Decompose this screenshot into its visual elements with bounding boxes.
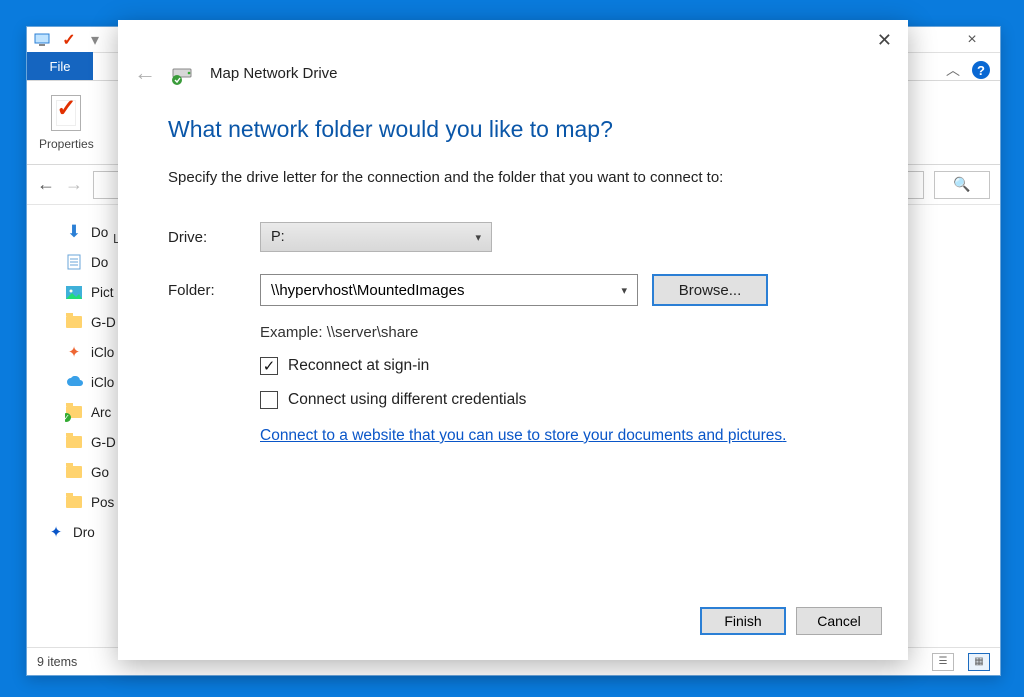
cloud-icon [65,373,83,391]
browse-button[interactable]: Browse... [652,274,768,306]
search-input[interactable]: 🔍 [934,171,990,199]
file-tab[interactable]: File [27,52,93,80]
dropbox-icon: ✦ [47,523,65,541]
document-icon [65,253,83,271]
diff-creds-checkbox[interactable] [260,391,278,409]
explorer-close-button[interactable]: × [950,27,994,53]
help-icon[interactable]: ? [972,61,990,79]
dialog-back-button: ← [134,60,156,86]
folder-label: Folder: [168,282,260,299]
drive-value: P: [271,229,285,245]
sidebar-item-label: Do [91,255,108,270]
sidebar-item-label: G-D [91,315,116,330]
reconnect-row[interactable]: ✓ Reconnect at sign-in [260,357,858,375]
item-count: 9 items [37,655,77,669]
this-pc-icon [33,30,53,50]
properties-icon: ✓ [51,95,81,131]
folder-check-icon: ✓ [65,403,83,421]
reconnect-label: Reconnect at sign-in [288,357,429,375]
details-view-button[interactable]: ☰ [932,653,954,671]
sidebar-item-label: G-D [91,435,116,450]
folder-user-icon [65,493,83,511]
icons-view-button[interactable]: ▦ [968,653,990,671]
qat-overflow-icon[interactable]: ▾ [85,30,105,50]
download-icon: ⬇ [65,223,83,241]
folder-value: \\hypervhost\MountedImages [271,282,464,299]
sidebar-item-label: Do [91,225,108,240]
sidebar-item-label: Pos [91,495,114,510]
dialog-close-button[interactable]: ✕ [877,30,892,51]
folder-user-icon [65,433,83,451]
dialog-titlebar: ✕ [118,20,908,60]
folder-input[interactable]: \\hypervhost\MountedImages ▾ [260,274,638,306]
dialog-footer: Finish Cancel [118,600,908,660]
chevron-down-icon: ▾ [621,284,627,297]
picture-icon [65,283,83,301]
sidebar-item-label: Dro [73,525,95,540]
dialog-title: Map Network Drive [210,65,338,82]
chevron-down-icon: ▾ [475,231,481,244]
cancel-button[interactable]: Cancel [796,607,882,635]
search-icon: 🔍 [953,176,970,193]
sidebar-item-label: Pict [91,285,114,300]
flower-icon: ✦ [65,343,83,361]
nav-back-button[interactable]: ← [37,174,55,195]
dialog-instructions: Specify the drive letter for the connect… [168,169,858,186]
sidebar-item-label: iClo [91,345,114,360]
properties-label: Properties [39,137,94,151]
properties-group[interactable]: ✓ Properties [27,89,106,151]
sidebar-item-label: Go [91,465,109,480]
dialog-heading: What network folder would you like to ma… [168,116,858,143]
drive-label: Drive: [168,229,260,246]
finish-button[interactable]: Finish [700,607,786,635]
diff-creds-row[interactable]: Connect using different credentials [260,391,858,409]
drive-select[interactable]: P: ▾ [260,222,492,252]
sidebar-item-label: Arc [91,405,111,420]
ribbon-collapse-icon[interactable]: ︿ [946,60,960,80]
sidebar-item-label: iClo [91,375,114,390]
dialog-header: ← Map Network Drive [118,60,908,106]
folder-user-icon [65,463,83,481]
webdav-link[interactable]: Connect to a website that you can use to… [260,427,786,445]
reconnect-checkbox[interactable]: ✓ [260,357,278,375]
nav-forward-button: → [65,174,83,195]
network-drive-icon [170,60,196,86]
map-network-drive-dialog: ✕ ← Map Network Drive What network folde… [118,20,908,660]
folder-user-icon [65,313,83,331]
diff-creds-label: Connect using different credentials [288,391,526,409]
properties-qat-icon[interactable]: ✓ [59,30,79,50]
example-text: Example: \\server\share [260,324,858,341]
